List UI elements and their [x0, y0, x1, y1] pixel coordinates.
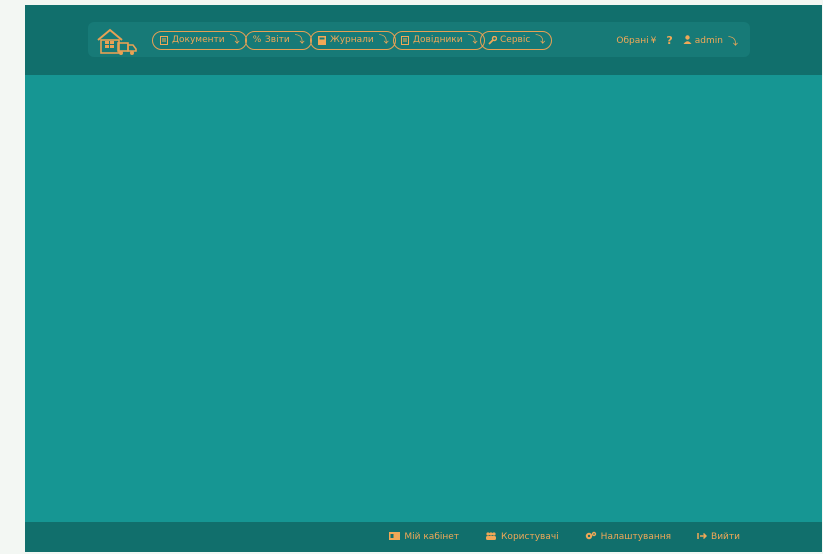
settings-link[interactable]: Налаштування	[585, 531, 671, 543]
user-name: admin	[694, 35, 723, 46]
menu-directories-label: Довідники	[413, 35, 463, 45]
users-link[interactable]: Користувачі	[485, 531, 559, 543]
menu-reports-button[interactable]: % Звіти ⤵	[245, 31, 312, 50]
help-icon[interactable]: ?	[666, 34, 672, 47]
user-tools: Обрані ¥ ? admin ⤵	[616, 31, 738, 50]
caret-down-icon: ⤵	[467, 35, 478, 46]
users-label: Користувачі	[501, 532, 559, 542]
menu-documents-button[interactable]: Документи ⤵	[152, 31, 247, 50]
file-icon	[159, 36, 169, 45]
main-nav: Документи ⤵ % Звіти ⤵ Журнали ⤵ Довідник…	[88, 22, 750, 57]
file-icon	[400, 36, 410, 45]
menu-documents-label: Документи	[172, 35, 225, 45]
menu-journals-button[interactable]: Журнали ⤵	[310, 31, 396, 50]
book-icon	[317, 36, 327, 45]
logout-link[interactable]: Вийти	[697, 532, 740, 543]
users-icon	[485, 531, 497, 543]
settings-label: Налаштування	[600, 532, 672, 542]
caret-down-icon: ⤵	[535, 35, 546, 46]
menu-directories-button[interactable]: Довідники ⤵	[393, 31, 485, 50]
menu-service-button[interactable]: Сервіс ⤵	[480, 31, 553, 50]
caret-down-icon: ⤵	[294, 35, 305, 46]
logout-label: Вийти	[711, 532, 740, 542]
sign-out-icon	[697, 532, 708, 543]
menu-service-label: Сервіс	[500, 35, 531, 45]
wrench-icon	[487, 36, 497, 45]
favorites-menu[interactable]: Обрані ¥	[616, 36, 656, 46]
id-card-icon	[389, 531, 401, 543]
footer-bar: Мій кабінет Користувачі Налаштування Вий…	[25, 522, 822, 552]
warehouse-truck-logo-icon[interactable]	[96, 26, 140, 56]
my-cabinet-link[interactable]: Мій кабінет	[389, 531, 460, 543]
chevrons-down-icon: ¥	[650, 35, 657, 46]
gears-icon	[585, 531, 597, 543]
caret-down-icon: ⤵	[728, 37, 738, 48]
caret-down-icon: ⤵	[229, 35, 240, 46]
footer-links: Мій кабінет Користувачі Налаштування Вий…	[389, 522, 740, 552]
my-cabinet-label: Мій кабінет	[404, 532, 460, 542]
menu-reports-label: Звіти	[265, 35, 290, 45]
app-window: Документи ⤵ % Звіти ⤵ Журнали ⤵ Довідник…	[25, 5, 822, 552]
user-icon	[683, 34, 692, 47]
user-menu[interactable]: admin ⤵	[683, 33, 738, 48]
top-bar: Документи ⤵ % Звіти ⤵ Журнали ⤵ Довідник…	[25, 5, 822, 75]
menu-journals-label: Журнали	[330, 35, 374, 45]
percent-icon: %	[252, 35, 262, 45]
caret-down-icon: ⤵	[378, 35, 389, 46]
favorites-label: Обрані	[616, 35, 649, 46]
